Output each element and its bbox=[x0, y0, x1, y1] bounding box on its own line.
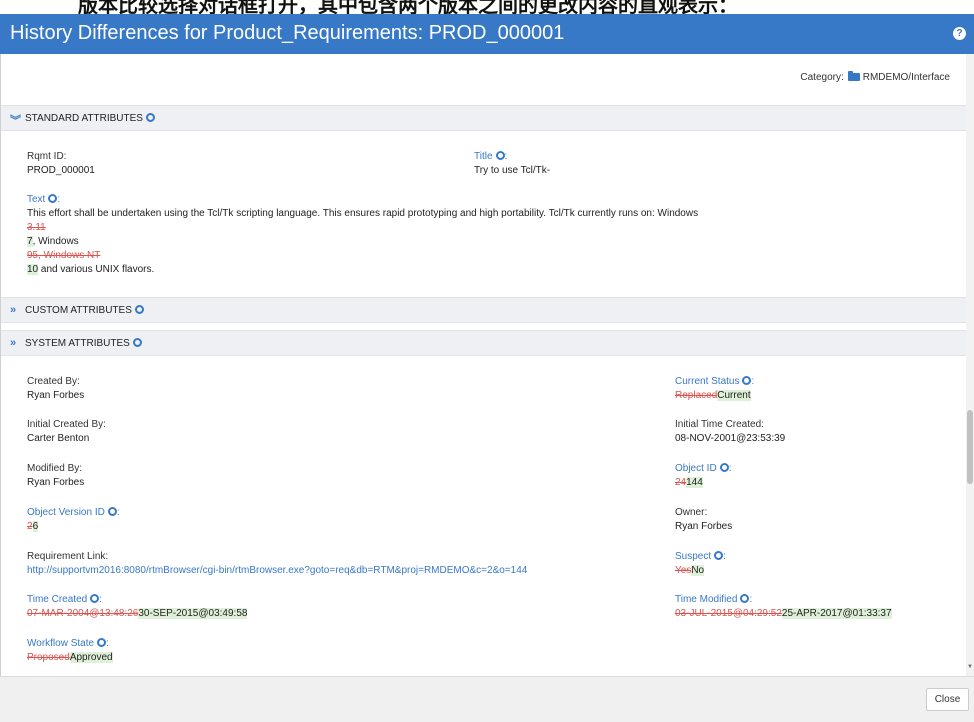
field-initial-time-created: Initial Time Created: 08-NOV-2001@23:53:… bbox=[675, 418, 785, 446]
field-value: Try to use Tcl/Tk- bbox=[474, 165, 551, 176]
text-line: , Windows bbox=[32, 236, 79, 247]
field-rqmt-id: Rqmt ID: PROD_000001 bbox=[27, 150, 95, 178]
field-label[interactable]: Object Version ID bbox=[27, 507, 105, 518]
field-label: Rqmt ID: bbox=[27, 151, 67, 162]
deleted-text: Yes bbox=[675, 565, 692, 576]
deleted-text: 07-MAR-2004@13:48:26 bbox=[27, 608, 139, 619]
field-object-version-id: Object Version ID: 26 bbox=[27, 507, 120, 532]
info-icon[interactable] bbox=[145, 113, 155, 122]
field-value: Ryan Forbes bbox=[675, 521, 733, 532]
deleted-text: 03-JUL-2015@04:29:52 bbox=[675, 608, 782, 619]
info-icon[interactable] bbox=[132, 338, 142, 347]
deleted-text: 95, Windows NT bbox=[27, 250, 101, 261]
deleted-text: 24 bbox=[675, 477, 687, 488]
info-icon[interactable] bbox=[97, 638, 107, 647]
field-label[interactable]: Time Modified bbox=[675, 594, 737, 605]
inserted-text: 25-APR-2017@01:33:37 bbox=[781, 608, 892, 619]
field-label: Requirement Link: bbox=[27, 551, 109, 562]
inserted-text: Approved bbox=[69, 652, 113, 663]
field-created-by: Created By: Ryan Forbes bbox=[27, 375, 84, 403]
dialog-title: History Differences for Product_Requirem… bbox=[10, 22, 565, 44]
field-time-modified: Time Modified: 03-JUL-2015@04:29:5225-AP… bbox=[675, 594, 892, 619]
field-value: Carter Benton bbox=[27, 433, 90, 444]
section-label: SYSTEM ATTRIBUTES bbox=[25, 338, 130, 349]
info-icon[interactable] bbox=[742, 376, 752, 385]
field-label[interactable]: Object ID bbox=[675, 463, 717, 474]
info-icon[interactable] bbox=[495, 151, 505, 160]
field-owner: Owner: Ryan Forbes bbox=[675, 506, 732, 534]
field-suspect: Suspect: YesNo bbox=[675, 551, 726, 576]
scrollbar-thumb[interactable] bbox=[967, 410, 973, 484]
field-requirement-link: Requirement Link: http://supportvm2016:8… bbox=[27, 550, 527, 578]
info-icon[interactable] bbox=[134, 305, 144, 314]
chevron-right-icon: » bbox=[10, 337, 17, 349]
field-label[interactable]: Title bbox=[474, 151, 493, 162]
inserted-text: 144 bbox=[686, 477, 703, 488]
section-label: CUSTOM ATTRIBUTES bbox=[25, 305, 132, 316]
vertical-scrollbar[interactable]: ▼ bbox=[966, 54, 974, 676]
field-label[interactable]: Workflow State bbox=[27, 638, 94, 649]
field-value: 08-NOV-2001@23:53:39 bbox=[675, 433, 786, 444]
deleted-text: Replaced bbox=[675, 390, 718, 401]
field-time-created: Time Created: 07-MAR-2004@13:48:2630-SEP… bbox=[27, 594, 248, 619]
category-value: RMDEMO/Interface bbox=[862, 72, 950, 83]
deleted-text: 3.11 bbox=[27, 222, 46, 233]
field-initial-created-by: Initial Created By: Carter Benton bbox=[27, 418, 106, 446]
category-label: Category: bbox=[800, 72, 844, 83]
text-line: This effort shall be undertaken using th… bbox=[27, 208, 699, 219]
inserted-text: 30-SEP-2015@03:49:58 bbox=[138, 608, 248, 619]
section-standard-attributes[interactable]: ︾ STANDARD ATTRIBUTES bbox=[1, 105, 966, 131]
info-icon[interactable] bbox=[48, 194, 58, 203]
scroll-down-icon[interactable]: ▼ bbox=[966, 664, 974, 674]
text-line: and various UNIX flavors. bbox=[38, 264, 155, 275]
inserted-text: 10 bbox=[27, 264, 39, 275]
section-system-attributes[interactable]: » SYSTEM ATTRIBUTES bbox=[1, 330, 966, 356]
inserted-text: Current bbox=[717, 390, 751, 401]
field-label: Owner: bbox=[675, 507, 708, 518]
field-title: Title: Try to use Tcl/Tk- bbox=[474, 151, 551, 176]
dialog-titlebar: History Differences for Product_Requirem… bbox=[0, 14, 974, 54]
info-icon[interactable] bbox=[90, 594, 100, 603]
deleted-text: 2 bbox=[27, 521, 33, 532]
top-banner: 版本比较选择对话框打开，其中包含两个版本之间的更改内容的直观表示： bbox=[0, 0, 974, 14]
help-icon[interactable]: ? bbox=[953, 27, 966, 40]
requirement-link[interactable]: http://supportvm2016:8080/rtmBrowser/cgi… bbox=[27, 564, 527, 578]
deleted-text: Proposed bbox=[27, 652, 70, 663]
category: Category: RMDEMO/Interface bbox=[800, 71, 950, 83]
field-label: Created By: bbox=[27, 376, 80, 387]
field-workflow-state: Workflow State: ProposedApproved bbox=[27, 638, 113, 663]
inserted-text: No bbox=[691, 565, 705, 576]
field-label[interactable]: Suspect bbox=[675, 551, 711, 562]
info-icon[interactable] bbox=[107, 507, 117, 516]
section-label: STANDARD ATTRIBUTES bbox=[25, 113, 143, 124]
field-object-id: Object ID: 24144 bbox=[675, 463, 732, 488]
info-icon[interactable] bbox=[714, 551, 724, 560]
chevron-down-icon: ︾ bbox=[10, 115, 21, 127]
inserted-text: 6 bbox=[32, 521, 39, 532]
close-button[interactable]: Close bbox=[926, 688, 969, 711]
field-value: Ryan Forbes bbox=[27, 477, 85, 488]
field-value: PROD_000001 bbox=[27, 165, 95, 176]
field-label: Initial Time Created: bbox=[675, 419, 764, 430]
field-label[interactable]: Time Created bbox=[27, 594, 87, 605]
info-icon[interactable] bbox=[740, 594, 750, 603]
chevron-right-icon: » bbox=[10, 304, 17, 316]
field-text: Text: This effort shall be undertaken us… bbox=[27, 194, 699, 275]
folder-icon bbox=[847, 71, 860, 81]
field-value: Ryan Forbes bbox=[27, 390, 85, 401]
field-label[interactable]: Text bbox=[27, 194, 45, 205]
info-icon[interactable] bbox=[719, 463, 729, 472]
field-label: Modified By: bbox=[27, 463, 83, 474]
dialog-footer: Close bbox=[0, 676, 974, 722]
dialog-content: Category: RMDEMO/Interface ︾ STANDARD ATT… bbox=[0, 54, 966, 676]
field-label: Initial Created By: bbox=[27, 419, 106, 430]
field-current-status: Current Status: ReplacedCurrent bbox=[675, 376, 755, 401]
field-label[interactable]: Current Status bbox=[675, 376, 739, 387]
section-custom-attributes[interactable]: » CUSTOM ATTRIBUTES bbox=[1, 297, 966, 323]
field-modified-by: Modified By: Ryan Forbes bbox=[27, 462, 84, 490]
